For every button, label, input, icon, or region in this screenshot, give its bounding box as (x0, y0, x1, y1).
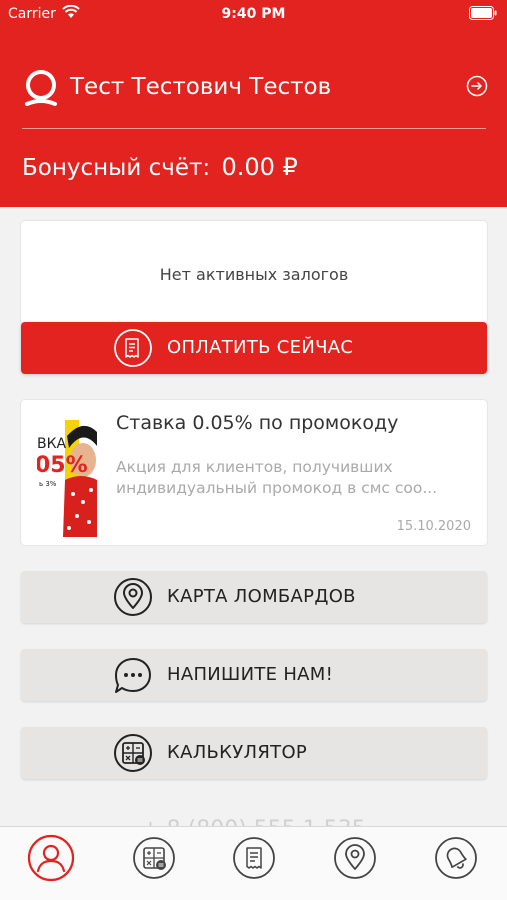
logout-icon[interactable] (466, 75, 488, 97)
tab-receipts[interactable] (229, 833, 279, 883)
tab-profile[interactable] (26, 833, 76, 883)
bonus-value: 0.00 ₽ (221, 153, 298, 181)
promo-description-line: Акция для клиентов, получивших (116, 458, 393, 476)
pay-now-label: ОПЛАТИТЬ СЕЙЧАС (167, 337, 354, 358)
receipt-icon (114, 329, 152, 367)
clock: 9:40 PM (221, 6, 286, 22)
tab-calculator[interactable] (129, 833, 179, 883)
no-pledges-text: Нет активных залогов (159, 265, 349, 284)
calculator-icon (114, 734, 152, 772)
pay-now-button[interactable]: ОПЛАТИТЬ СЕЙЧАС (21, 322, 487, 374)
header-divider (22, 128, 486, 129)
promo-description-line: индивидуальный промокод в смс соо... (116, 479, 438, 497)
tab-map[interactable] (330, 833, 380, 883)
map-pin-icon (334, 837, 376, 879)
promo-image: ВКА 05% ь 3% (37, 420, 97, 537)
promo-description: Акция для клиентов, получивших индивидуа… (116, 457, 476, 499)
promo-card[interactable]: ВКА 05% ь 3% Ставка 0.05% по промокоду А… (21, 400, 487, 545)
calculator-button[interactable]: КАЛЬКУЛЯТОР (21, 727, 487, 779)
pawnshop-map-button[interactable]: КАРТА ЛОМБАРДОВ (21, 571, 487, 623)
svg-text:ВКА: ВКА (37, 436, 67, 452)
profile-icon (27, 834, 75, 882)
write-us-label: НАПИШИТЕ НАМ! (167, 664, 334, 685)
write-us-button[interactable]: НАПИШИТЕ НАМ! (21, 649, 487, 701)
bonus-balance: Бонусный счёт: 0.00 ₽ (22, 153, 298, 181)
chat-bubble-icon (115, 658, 151, 693)
pledges-card: Нет активных залогов (21, 221, 487, 324)
svg-text:05%: 05% (37, 453, 88, 478)
bonus-label: Бонусный счёт: (22, 155, 211, 181)
svg-text:ь 3%: ь 3% (39, 480, 57, 488)
tab-bar (0, 826, 507, 900)
promo-title: Ставка 0.05% по промокоду (116, 412, 399, 434)
map-pin-icon (114, 578, 152, 616)
bell-icon (435, 837, 477, 879)
battery-icon (469, 6, 497, 20)
pawnshop-map-label: КАРТА ЛОМБАРДОВ (167, 586, 356, 607)
user-name: Тест Тестович Тестов (70, 74, 332, 100)
promo-date: 15.10.2020 (396, 519, 471, 534)
app-header: Carrier 9:40 PM Тест Тестович Тестов Бон… (0, 0, 507, 207)
brand-logo-icon (25, 70, 57, 106)
receipt-icon (233, 837, 275, 879)
calculator-icon (133, 837, 175, 879)
status-bar: Carrier 9:40 PM (0, 0, 507, 28)
tab-notifications[interactable] (431, 833, 481, 883)
calculator-label: КАЛЬКУЛЯТОР (167, 742, 308, 763)
